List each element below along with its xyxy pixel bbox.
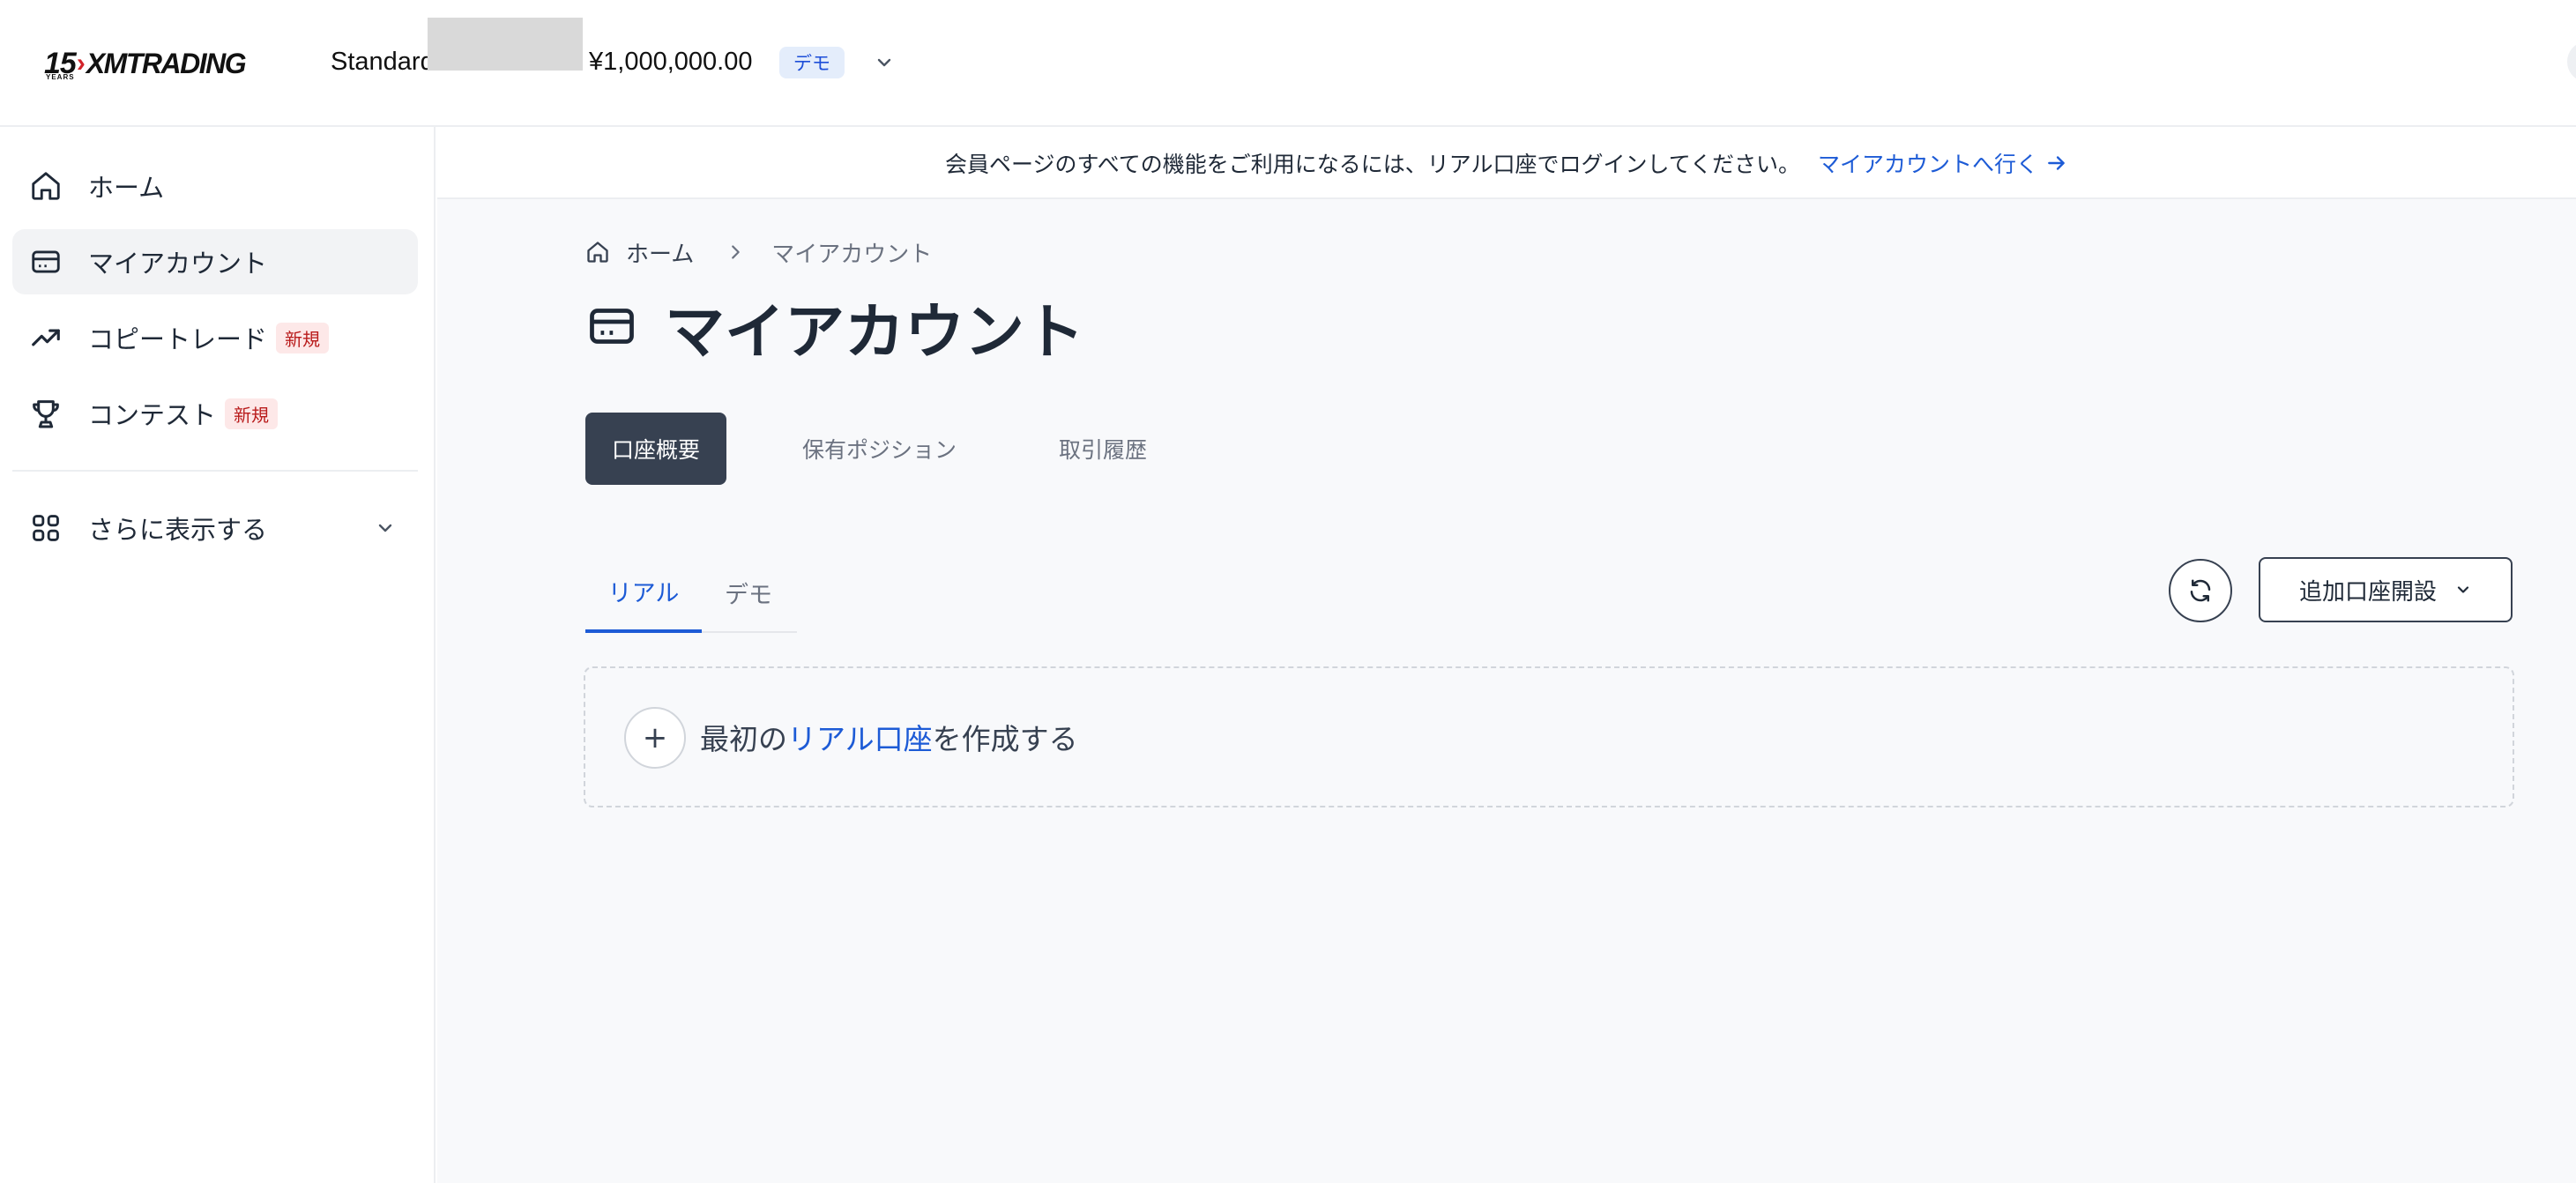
tab-open-positions[interactable]: 保有ポジション [802,413,957,485]
account-balance: ¥1,000,000.00 [589,48,753,76]
page-title-text: マイアカウント [665,297,1085,368]
link-label: マイアカウントへ行く [1818,152,2039,177]
account-name: Standard [331,48,435,76]
sidebar-item-contest[interactable]: コンテスト 新規 [12,381,418,446]
logo-bolt-icon: › [76,48,86,78]
chevron-right-icon [726,242,745,262]
sidebar-item-copy-trade[interactable]: コピートレード 新規 [12,305,418,370]
sidebar-item-label: コピートレード [88,324,268,354]
home-icon [28,168,63,204]
sidebar: ホーム マイアカウント コピートレード 新規 コンテスト 新規 さらに表示する [0,127,436,1183]
main-content: 会員ページのすべての機能をご利用になるには、リアル口座でログインしてください。 … [437,129,2576,1183]
notice-banner: 会員ページのすべての機能をご利用になるには、リアル口座でログインしてください。 … [437,129,2576,199]
new-badge: 新規 [225,398,279,429]
top-header: 15 YEARS › XMTRADING Standard ¥1,000,000.… [0,0,2576,127]
breadcrumb-current: マイアカウント [771,241,933,268]
breadcrumb-home[interactable]: ホーム [626,236,694,269]
chevron-down-icon [372,515,398,541]
sidebar-item-home[interactable]: ホーム [12,153,418,219]
account-type-tabs: リアル デモ [585,552,797,633]
create-prefix: 最初の [700,722,787,756]
tab-account-overview[interactable]: 口座概要 [585,413,727,485]
add-account-label: 追加口座開設 [2298,578,2437,606]
account-switcher-chevron-icon[interactable] [871,49,897,76]
trending-up-icon [28,320,63,355]
go-to-my-account-link[interactable]: マイアカウントへ行く [1818,147,2068,179]
add-account-button[interactable]: 追加口座開設 [2259,557,2513,622]
sidebar-item-label: ホーム [88,173,165,203]
notice-text: 会員ページのすべての機能をご利用になるには、リアル口座でログインしてください。 [944,152,1800,177]
account-number-redacted [428,18,583,71]
sidebar-item-label: コンテスト [88,400,217,430]
home-icon[interactable] [585,239,612,265]
sidebar-item-my-account[interactable]: マイアカウント [12,229,418,294]
refresh-icon [2190,579,2211,602]
new-badge: 新規 [276,322,330,353]
create-account-text: 最初のリアル口座を作成する [700,716,1078,758]
sidebar-item-label: マイアカウント [88,249,268,279]
sidebar-divider [12,470,418,472]
create-real-account-card[interactable]: + 最初のリアル口座を作成する [584,666,2514,807]
refresh-button[interactable] [2169,559,2232,622]
chevron-down-icon [2454,581,2472,599]
sidebar-item-show-more[interactable]: さらに表示する [12,495,418,561]
page-title: マイアカウント [585,291,1084,368]
trophy-icon [28,396,63,431]
create-highlight[interactable]: リアル口座 [787,722,933,756]
create-suffix: を作成する [932,722,1078,756]
credit-card-icon [28,244,63,279]
tab-demo[interactable]: デモ [718,552,779,633]
avatar[interactable] [2567,42,2576,81]
tab-real[interactable]: リアル [585,552,702,633]
xm-logo[interactable]: 15 YEARS › XMTRADING [44,46,247,81]
logo-brand: XMTRADING [86,47,247,79]
arrow-right-icon [2048,156,2065,170]
main-tabs: 口座概要 保有ポジション 取引履歴 [585,413,1147,485]
demo-badge: デモ [779,47,845,78]
plus-icon[interactable]: + [624,707,686,769]
breadcrumb: ホーム マイアカウント [585,234,932,270]
logo-years: 15 YEARS [44,46,77,81]
grid-icon [28,510,63,546]
credit-card-icon [585,300,638,353]
sidebar-item-label: さらに表示する [88,515,268,545]
tab-trade-history[interactable]: 取引履歴 [1059,413,1147,485]
